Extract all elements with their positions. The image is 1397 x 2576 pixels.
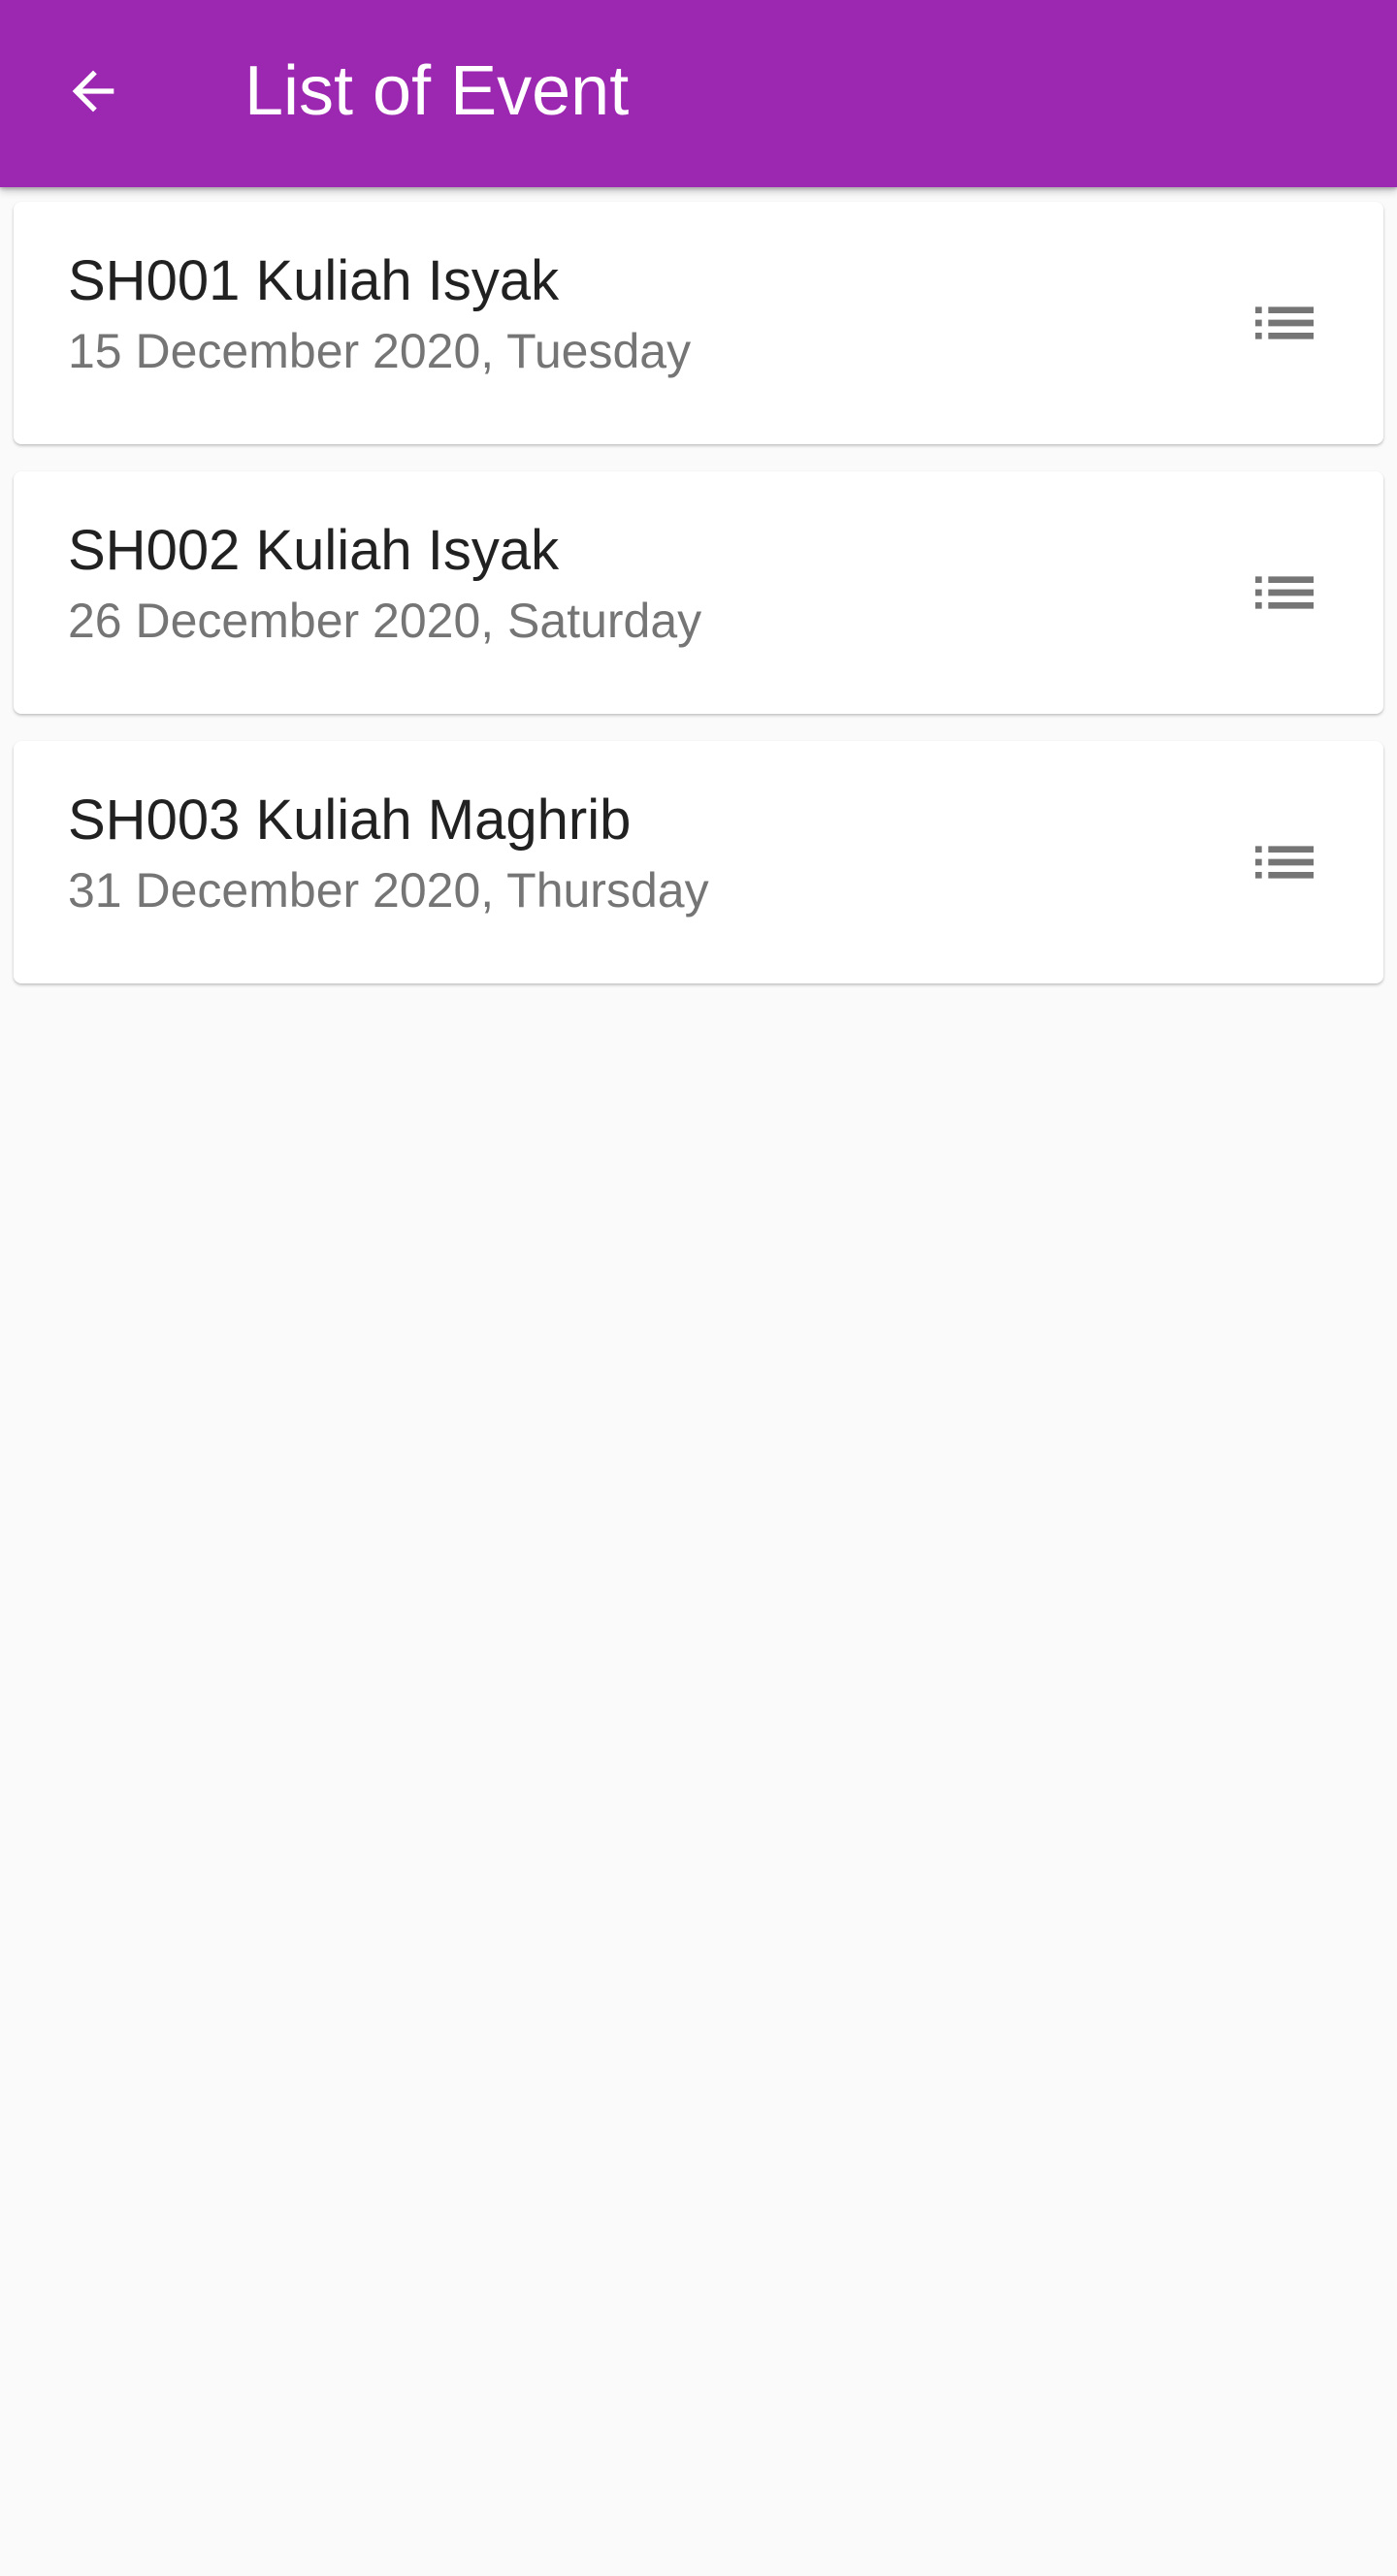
event-date: 15 December 2020, Tuesday	[68, 324, 692, 378]
event-card-sh001[interactable]: SH001 Kuliah Isyak 15 December 2020, Tue…	[14, 202, 1383, 444]
event-card-sh002[interactable]: SH002 Kuliah Isyak 26 December 2020, Sat…	[14, 471, 1383, 714]
event-title: SH002 Kuliah Isyak	[68, 519, 560, 582]
event-title: SH003 Kuliah Maghrib	[68, 789, 632, 852]
back-button[interactable]	[47, 47, 140, 140]
event-card-sh003[interactable]: SH003 Kuliah Maghrib 31 December 2020, T…	[14, 741, 1383, 983]
event-date: 31 December 2020, Thursday	[68, 863, 709, 918]
list-icon[interactable]	[1246, 823, 1323, 901]
app-bar: List of Event	[0, 0, 1397, 187]
event-list: SH001 Kuliah Isyak 15 December 2020, Tue…	[0, 202, 1397, 1011]
event-date: 26 December 2020, Saturday	[68, 594, 702, 648]
arrow-back-icon	[62, 60, 124, 127]
page-title: List of Event	[244, 52, 630, 130]
list-icon[interactable]	[1246, 284, 1323, 362]
list-icon[interactable]	[1246, 554, 1323, 631]
event-title: SH001 Kuliah Isyak	[68, 249, 560, 312]
